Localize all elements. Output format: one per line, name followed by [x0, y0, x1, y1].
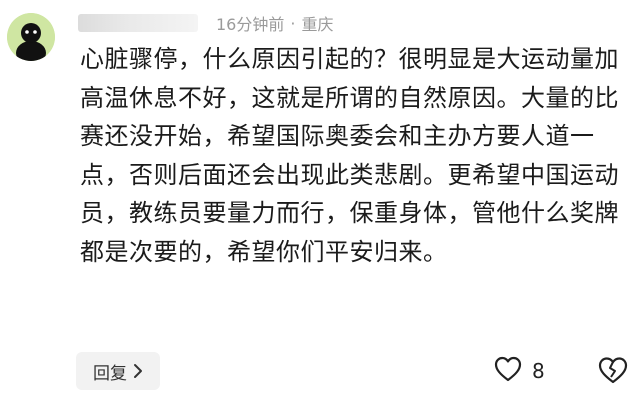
heart-icon [494, 356, 522, 386]
like-count: 8 [532, 359, 545, 383]
meta-separator: · [290, 13, 296, 33]
broken-heart-icon[interactable] [598, 356, 628, 386]
like-button[interactable]: 8 [494, 356, 545, 386]
comment-time: 16分钟前 [216, 15, 285, 34]
username[interactable]: 用户 [78, 14, 198, 32]
comment-meta: 用户 16分钟前 · 重庆 [78, 12, 333, 34]
chevron-right-icon [133, 363, 143, 379]
comment-location: 重庆 [301, 15, 334, 34]
black-figure-avatar-icon [7, 13, 55, 61]
comment-card: 用户 16分钟前 · 重庆 心脏骤停，什么原因引起的？很明显是大运动量加高温休息… [0, 0, 640, 400]
reply-button[interactable]: 回复 [76, 352, 160, 390]
avatar[interactable] [7, 13, 55, 61]
comment-text: 心脏骤停，什么原因引起的？很明显是大运动量加高温休息不好，这就是所谓的自然原因。… [80, 45, 619, 266]
reply-label: 回复 [93, 363, 127, 384]
